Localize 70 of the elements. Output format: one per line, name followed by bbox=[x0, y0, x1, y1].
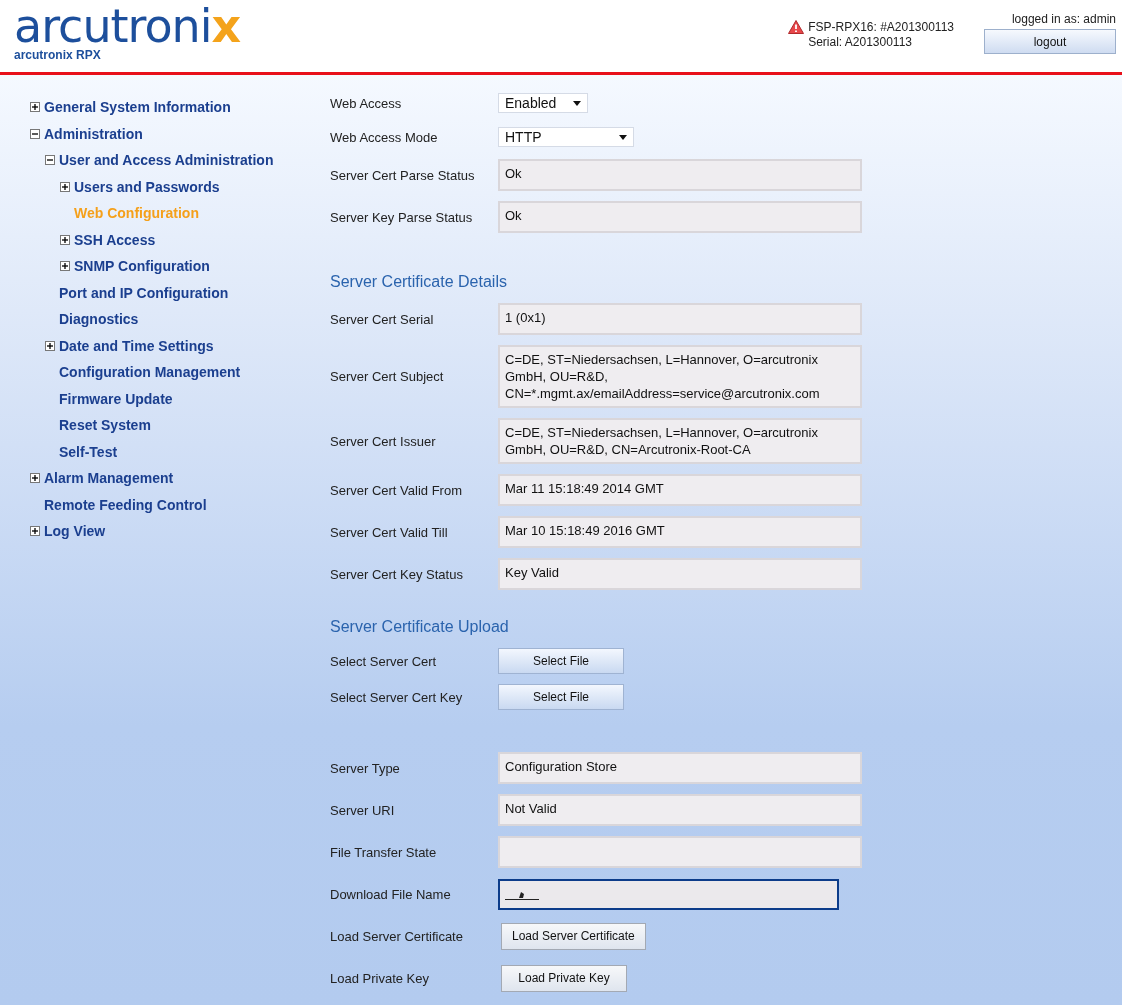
readonly-field: Configuration Store bbox=[498, 752, 862, 784]
select-file-button[interactable]: Select File bbox=[498, 684, 624, 710]
field-label: Server Type bbox=[330, 760, 401, 776]
field-label: Server Cert Valid From bbox=[330, 482, 463, 498]
nav-link[interactable]: Firmware Update bbox=[59, 390, 173, 407]
dropdown-arrow-icon bbox=[573, 100, 581, 106]
nav-link[interactable]: Date and Time Settings bbox=[59, 337, 214, 354]
nav-link[interactable]: Self-Test bbox=[59, 443, 118, 460]
nav-link[interactable]: Diagnostics bbox=[59, 311, 139, 328]
readonly-field: Mar 10 15:18:49 2016 GMT bbox=[498, 516, 862, 548]
field-label: Select Server Cert bbox=[330, 653, 438, 669]
nav-link[interactable]: Administration bbox=[44, 125, 143, 142]
readonly-field: Ok bbox=[498, 201, 862, 233]
nav-link[interactable]: SSH Access bbox=[74, 231, 156, 248]
nav-link[interactable]: Reset System bbox=[59, 417, 151, 434]
nav-link[interactable]: SNMP Configuration bbox=[74, 258, 210, 275]
nav-link[interactable]: Users and Passwords bbox=[74, 178, 220, 195]
field-label: Server Cert Valid Till bbox=[330, 524, 449, 540]
expand-icon[interactable] bbox=[60, 234, 70, 245]
nav-link[interactable]: Log View bbox=[44, 523, 106, 540]
nav-link[interactable]: Configuration Management bbox=[59, 364, 241, 381]
dropdown-arrow-icon bbox=[619, 134, 627, 140]
collapse-icon[interactable] bbox=[45, 155, 55, 166]
field-label: Select Server Cert Key bbox=[330, 689, 464, 705]
field-label: Server URI bbox=[330, 802, 396, 818]
readonly-field: Key Valid bbox=[498, 558, 862, 590]
expand-icon[interactable] bbox=[60, 181, 70, 192]
nav-link[interactable]: Alarm Management bbox=[44, 470, 174, 487]
field-label: Server Cert Serial bbox=[330, 311, 435, 327]
section-heading: Server Certificate Upload bbox=[330, 618, 510, 636]
field-label: Server Cert Key Status bbox=[330, 566, 464, 582]
serial-number: Serial: A201300113 bbox=[808, 35, 913, 50]
expand-icon[interactable] bbox=[30, 102, 40, 113]
input-field[interactable] bbox=[498, 878, 839, 910]
field-label: Web Access bbox=[330, 95, 403, 111]
field-label: Download File Name bbox=[330, 886, 452, 902]
nav-link[interactable]: Remote Feeding Control bbox=[44, 496, 207, 513]
readonly-field: Mar 11 15:18:49 2014 GMT bbox=[498, 474, 862, 506]
expand-icon[interactable] bbox=[45, 340, 55, 351]
dropdown[interactable]: HTTP bbox=[498, 127, 634, 147]
select-file-button[interactable]: Select File bbox=[498, 648, 624, 674]
collapse-icon[interactable] bbox=[30, 128, 40, 139]
expand-icon[interactable] bbox=[30, 473, 40, 484]
expand-icon[interactable] bbox=[30, 526, 40, 537]
dropdown[interactable]: Enabled bbox=[498, 93, 588, 113]
field-label: Load Server Certificate bbox=[330, 928, 464, 944]
field-label: Web Access Mode bbox=[330, 129, 439, 145]
field-label: Server Cert Issuer bbox=[330, 433, 437, 449]
readonly-field: C=DE, ST=Niedersachsen, L=Hannover, O=arcutronix GmbH, OU=R&D, CN=*.mgmt.ax/emailAddress=service@arcutronix.com bbox=[498, 345, 862, 408]
field-label: Load Private Key bbox=[330, 970, 430, 986]
device-name: FSP-RPX16: #A201300113 bbox=[808, 20, 954, 35]
logo-text: arcutronix bbox=[14, 6, 241, 46]
action-button[interactable]: Load Server Certificate bbox=[501, 922, 646, 950]
field-label: File Transfer State bbox=[330, 844, 438, 860]
readonly-field: Not Valid bbox=[498, 794, 862, 826]
readonly-field: 1 (0x1) bbox=[498, 303, 862, 335]
logout-button[interactable]: logout bbox=[984, 29, 1116, 54]
field-label: Server Key Parse Status bbox=[330, 209, 474, 225]
readonly-field: Ok bbox=[498, 159, 862, 191]
field-label: Server Cert Parse Status bbox=[330, 167, 476, 183]
action-button[interactable]: Load Private Key bbox=[501, 964, 627, 992]
logo-subtitle: arcutronix RPX bbox=[14, 48, 102, 62]
field-label: Server Cert Subject bbox=[330, 369, 445, 384]
nav-link[interactable]: Port and IP Configuration bbox=[59, 284, 229, 301]
section-heading: Server Certificate Details bbox=[330, 273, 508, 291]
nav-link[interactable]: General System Information bbox=[44, 99, 231, 116]
expand-icon[interactable] bbox=[60, 261, 70, 272]
login-status: logged in as: admin bbox=[1011, 12, 1116, 26]
nav-link[interactable]: User and Access Administration bbox=[59, 152, 274, 169]
readonly-field: C=DE, ST=Niedersachsen, L=Hannover, O=arcutronix GmbH, OU=R&D, CN=Arcutronix-Root-CA bbox=[498, 418, 862, 464]
